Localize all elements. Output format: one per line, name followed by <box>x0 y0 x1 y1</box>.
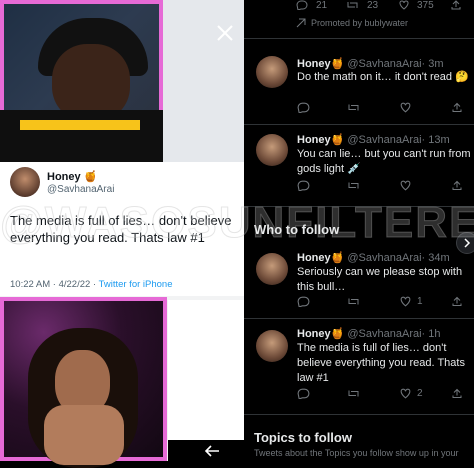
reply-icon[interactable] <box>297 296 310 307</box>
divider <box>244 124 474 125</box>
bottom-panel <box>168 300 244 461</box>
tweet-text: Do the math on it… it don't read 🤔 <box>297 71 469 83</box>
divider <box>244 414 474 415</box>
avatar[interactable] <box>256 330 288 362</box>
tweet-source-link[interactable]: Twitter for iPhone <box>99 279 173 290</box>
avatar[interactable] <box>256 56 288 88</box>
avatar[interactable] <box>256 253 288 285</box>
share-icon[interactable] <box>450 0 462 10</box>
tweet-text: You can lie… but you can't run from gods… <box>297 148 471 175</box>
tweet-text: The media is full of lies… don't believe… <box>297 342 465 384</box>
player-jersey-stripe <box>20 120 140 130</box>
tweet-timestamp: 10:22 AM · 4/22/22 · Twitter for iPhone <box>10 279 173 290</box>
topics-subtitle: Tweets about the Topics you follow show … <box>254 448 459 458</box>
reply-icon[interactable] <box>297 102 310 113</box>
reply-count: 21 <box>316 0 328 11</box>
like-count: 375 <box>417 0 434 11</box>
promoted-label: Promoted by bublywater <box>311 18 409 28</box>
woman-body-shape <box>44 405 124 465</box>
avatar[interactable] <box>10 167 40 197</box>
retweet-count: 23 <box>367 0 379 11</box>
tweet-author-name[interactable]: Honey 🍯 <box>47 170 97 183</box>
heart-icon[interactable] <box>398 0 410 10</box>
divider <box>244 318 474 319</box>
retweet-icon[interactable] <box>347 102 361 113</box>
share-icon[interactable] <box>451 296 463 307</box>
player-jersey-shape <box>0 110 163 170</box>
tweet-author-name[interactable]: Honey🍯 @SavhanaArai· 13m <box>297 133 450 146</box>
heart-icon[interactable] <box>399 180 412 191</box>
reply-icon[interactable] <box>297 180 310 191</box>
promoted-icon <box>296 18 306 28</box>
reply-icon[interactable] <box>296 0 308 10</box>
tweet-author-name[interactable]: Honey🍯 @SavhanaArai· 1h <box>297 327 441 340</box>
retweet-icon[interactable] <box>347 180 361 191</box>
like-count: 1 <box>417 296 423 307</box>
heart-icon[interactable] <box>399 296 412 307</box>
watermark: @WASOSUNFILTERE <box>0 198 474 248</box>
retweet-icon[interactable] <box>347 388 361 399</box>
divider <box>244 38 474 39</box>
heart-icon[interactable] <box>399 388 412 399</box>
tweet-author-name[interactable]: Honey🍯 @SavhanaArai· 3m <box>297 57 444 70</box>
avatar[interactable] <box>256 134 288 166</box>
tweet-author-handle[interactable]: @SavhanaArai <box>47 184 114 195</box>
tweet-author-name[interactable]: Honey🍯 @SavhanaArai· 34m <box>297 251 450 264</box>
reply-icon[interactable] <box>297 388 310 399</box>
tweet-text: Seriously can we please stop with this b… <box>297 266 463 293</box>
back-arrow-icon[interactable] <box>203 444 221 458</box>
topics-to-follow-heading: Topics to follow <box>254 430 352 445</box>
share-icon[interactable] <box>451 102 463 113</box>
close-icon[interactable] <box>214 22 236 44</box>
share-icon[interactable] <box>451 180 463 191</box>
heart-icon[interactable] <box>399 102 412 113</box>
retweet-icon[interactable] <box>347 296 361 307</box>
share-icon[interactable] <box>451 388 463 399</box>
like-count: 2 <box>417 388 423 399</box>
retweet-icon[interactable] <box>346 0 360 10</box>
